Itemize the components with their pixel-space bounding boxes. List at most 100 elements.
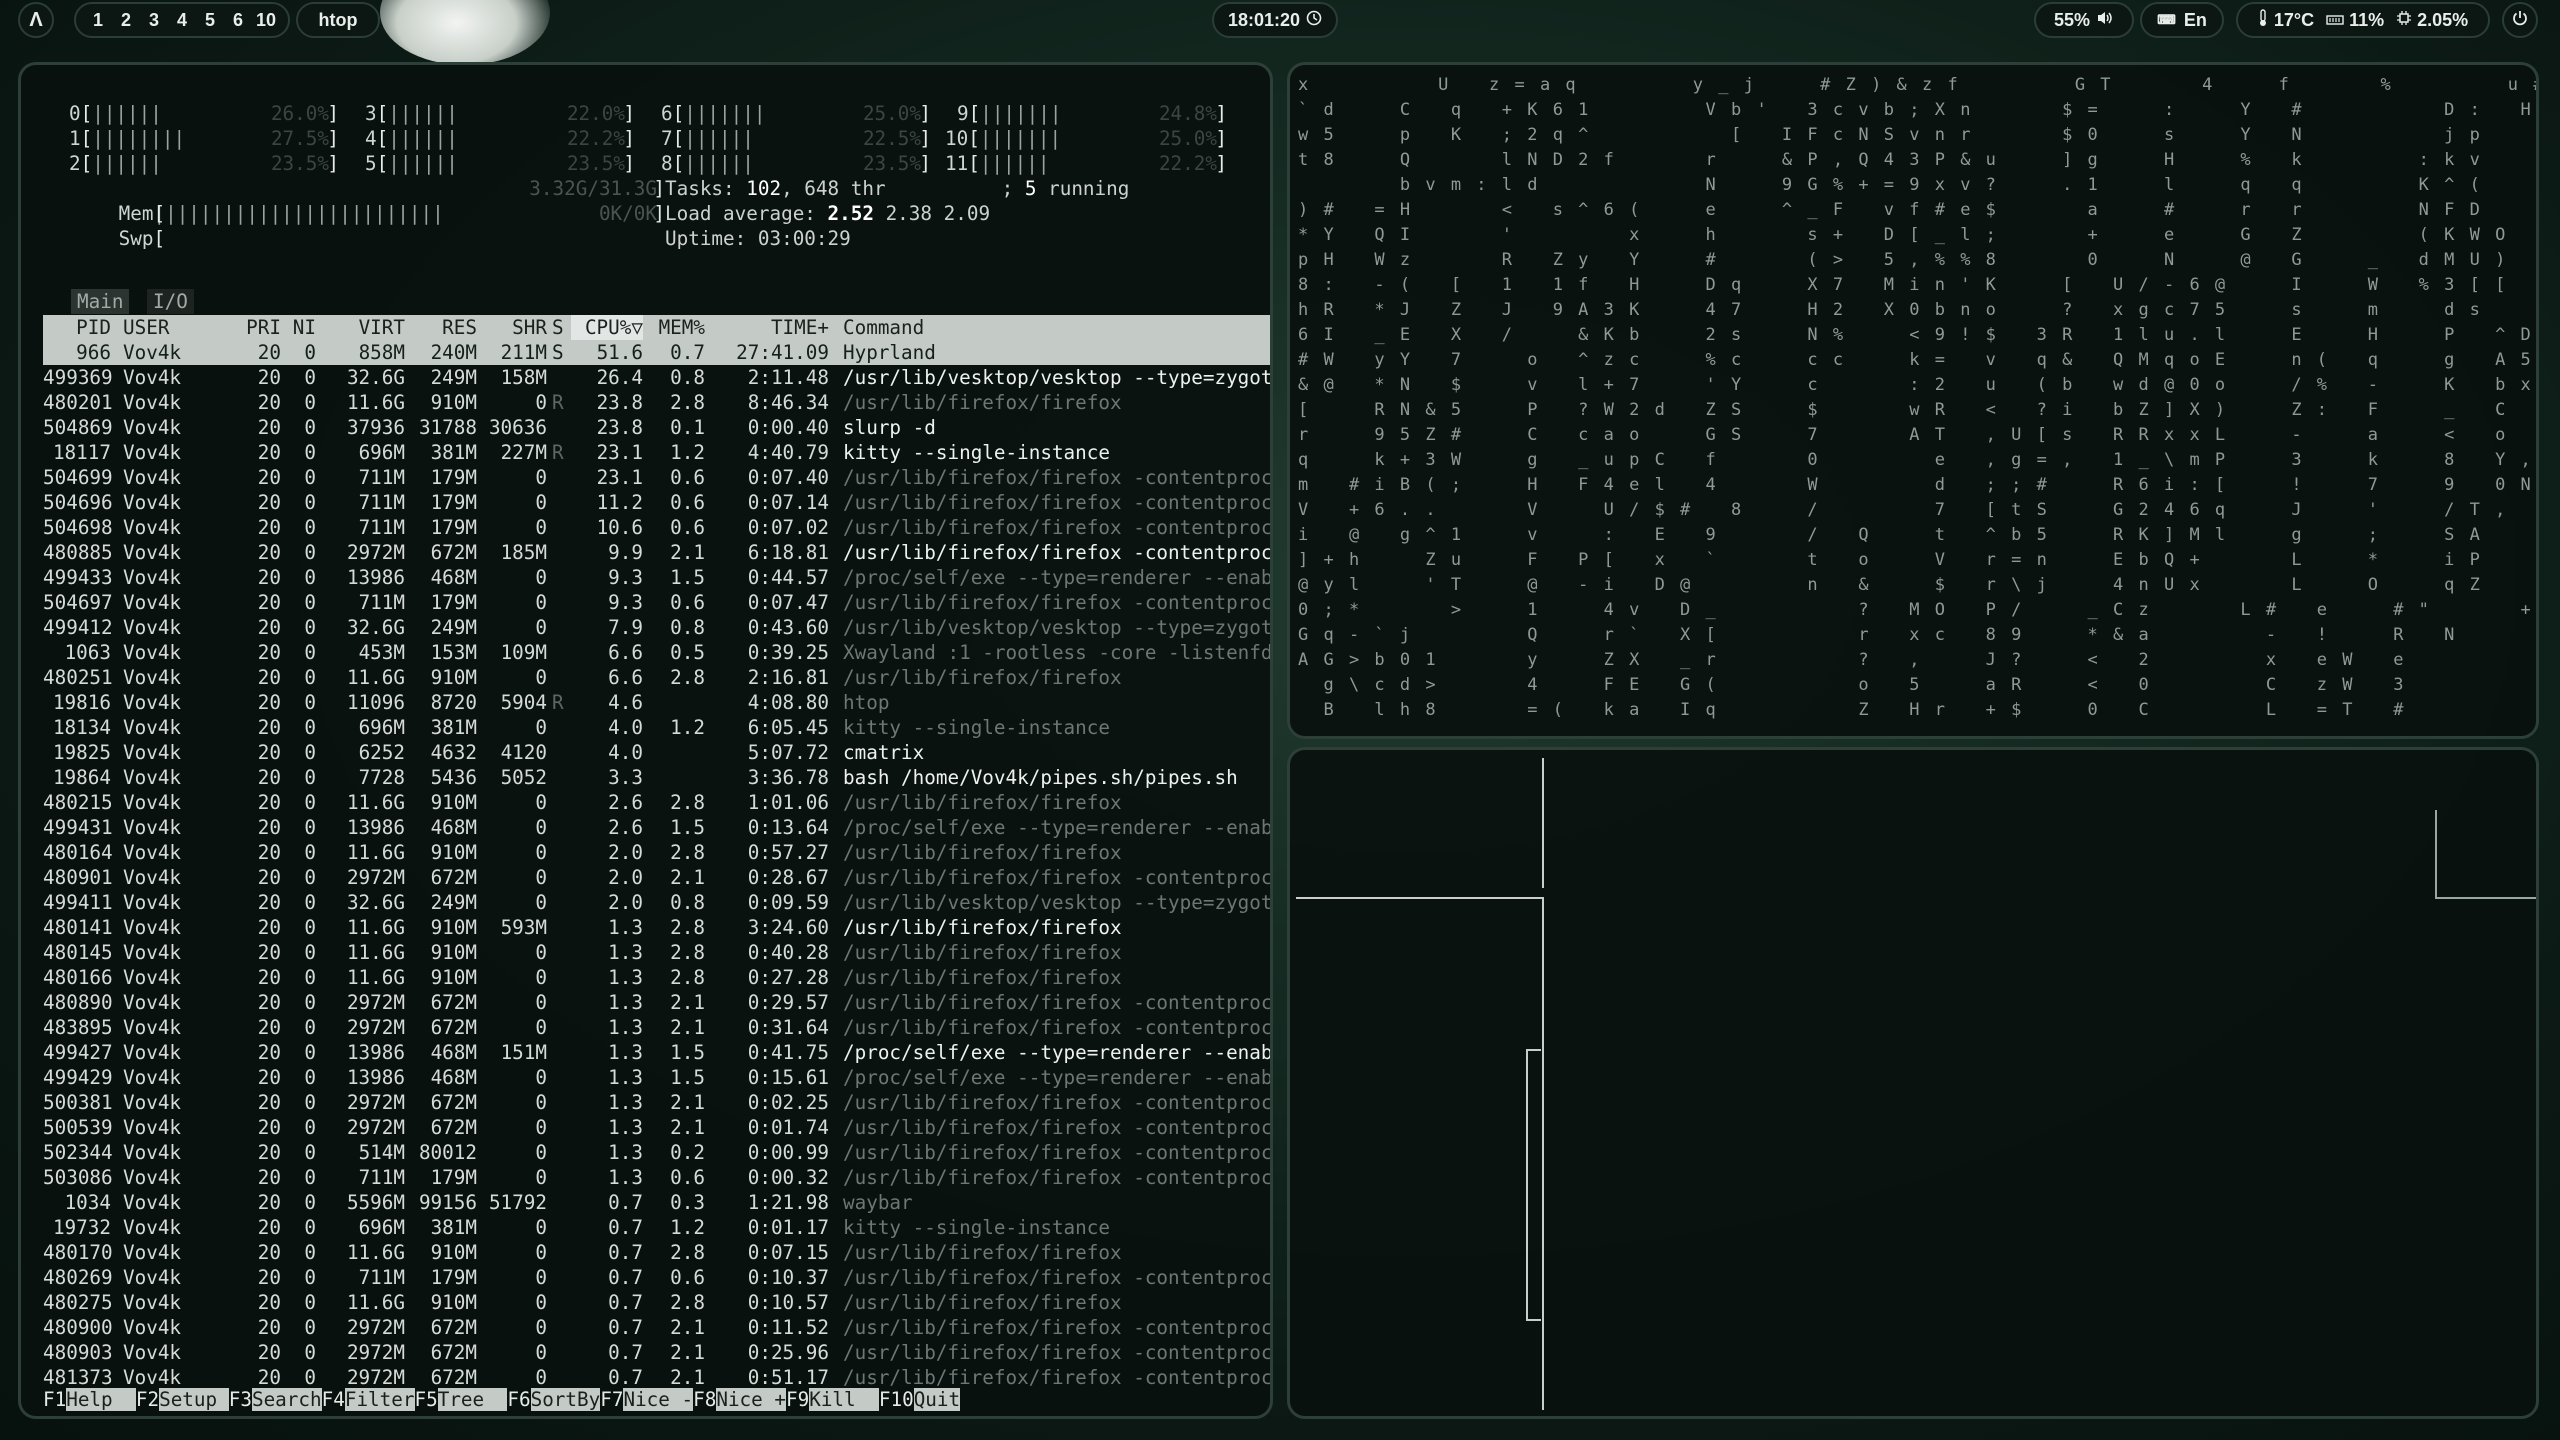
process-row[interactable]: 480890 Vov4k 20 0 2972M 672M 0 1.3 2.1 0:29.57/us… (43, 990, 1270, 1015)
fkey-f2[interactable]: F2Setup (136, 1387, 229, 1412)
process-row[interactable]: 499411 Vov4k 20 0 32.6G 249M 0 2.0 0.8 0:09.59/us… (43, 890, 1270, 915)
system-stats[interactable]: 17°C 11% 2.05% (2236, 2, 2490, 38)
power-button[interactable] (2502, 2, 2538, 38)
process-cpu: 0.7 (608, 1241, 643, 1264)
process-row[interactable]: 480275 Vov4k 20 0 11.6G 910M 0 0.7 2.8 0:10.57/us… (43, 1290, 1270, 1315)
process-row[interactable]: 500381 Vov4k 20 0 2972M 672M 0 1.3 2.1 0:02.25/us… (43, 1090, 1270, 1115)
process-s (552, 490, 568, 515)
process-user: Vov4k (123, 941, 182, 964)
process-row[interactable]: 19864 Vov4k 20 0 7728 5436 5052 3.3 3:36.78 bash … (43, 765, 1270, 790)
process-time: 0:07.15 (747, 1241, 829, 1264)
process-cmd: kitty --single-instance (843, 716, 1110, 739)
process-mem: 2.8 (670, 391, 705, 414)
process-row[interactable]: 504698 Vov4k 20 0 711M 179M 0 10.6 0.6 0:07.02/us… (43, 515, 1270, 540)
process-row[interactable]: 19816 Vov4k 20 0 11096 8720 5904 R 4.6 4:08.80 hto… (43, 690, 1270, 715)
process-row[interactable]: 480215 Vov4k 20 0 11.6G 910M 0 2.6 2.8 1:01.06/us… (43, 790, 1270, 815)
col-pri[interactable]: PRI (238, 315, 281, 340)
process-row[interactable]: 480145 Vov4k 20 0 11.6G 910M 0 1.3 2.8 0:40.28/us… (43, 940, 1270, 965)
process-row[interactable]: 504869 Vov4k 20 0 37936 31788 30636 23.8 0.1 0:00… (43, 415, 1270, 440)
process-row[interactable]: 502344 Vov4k 20 0 514M 80012 0 1.3 0.2 0:00.99/us… (43, 1140, 1270, 1165)
process-row[interactable]: 503086 Vov4k 20 0 711M 179M 0 1.3 0.6 0:00.32/usr… (43, 1165, 1270, 1190)
fkey-f10[interactable]: F10Quit (879, 1387, 961, 1412)
workspace-6[interactable]: 6 (224, 10, 252, 31)
process-pid: 499411 (43, 891, 113, 914)
tab-io[interactable]: I/O (147, 289, 194, 314)
workspace-4[interactable]: 4 (168, 10, 196, 31)
pipes-terminal[interactable] (1287, 747, 2539, 1419)
process-row[interactable]: 480269 Vov4k 20 0 711M 179M 0 0.7 0.6 0:10.37/usr… (43, 1265, 1270, 1290)
workspace-2[interactable]: 2 (112, 10, 140, 31)
fkey-f9[interactable]: F9Kill (786, 1387, 879, 1412)
process-virt: 11.6G (346, 941, 405, 964)
process-row[interactable]: 499433 Vov4k 20 0 13986 468M 0 9.3 1.5 0:44.57/pr… (43, 565, 1270, 590)
col-ni[interactable]: NI (286, 315, 316, 340)
process-row[interactable]: 480900 Vov4k 20 0 2972M 672M 0 0.7 2.1 0:11.52/us… (43, 1315, 1270, 1340)
col-cpu[interactable]: CPU%▽ (571, 315, 643, 340)
process-row[interactable]: 499431 Vov4k 20 0 13986 468M 0 2.6 1.5 0:13.64/pr… (43, 815, 1270, 840)
process-cpu: 2.0 (608, 841, 643, 864)
process-row[interactable]: 966 Vov4k 20 0 858M 240M 211M S 51.6 0.7 27:41.09 H… (43, 340, 1270, 365)
process-row[interactable]: 504696 Vov4k 20 0 711M 179M 0 11.2 0.6 0:07.14/us… (43, 490, 1270, 515)
process-row[interactable]: 480903 Vov4k 20 0 2972M 672M 0 0.7 2.1 0:25.96/us… (43, 1340, 1270, 1365)
fkey-f1[interactable]: F1Help (43, 1387, 136, 1412)
col-res[interactable]: RES (407, 315, 477, 340)
process-row[interactable]: 1063 Vov4k 20 0 453M 153M 109M 6.6 0.5 0:39.25 Xwa… (43, 640, 1270, 665)
clock[interactable]: 18:01:20 (1212, 2, 1338, 38)
process-row[interactable]: 504699 Vov4k 20 0 711M 179M 0 23.1 0.6 0:07.40/us… (43, 465, 1270, 490)
process-shr: 0 (535, 791, 547, 814)
htop-terminal[interactable]: 0[|||||| 26.0%] 1[|||||||| 27.5%] 2[|||||| 23… (18, 62, 1273, 1419)
volume-widget[interactable]: 55% (2034, 2, 2134, 38)
col-pid[interactable]: PID (43, 315, 111, 340)
process-pri: 20 (257, 716, 281, 739)
process-time: 0:00.32 (747, 1166, 829, 1189)
process-pri: 20 (257, 966, 281, 989)
process-row[interactable]: 504697 Vov4k 20 0 711M 179M 0 9.3 0.6 0:07.47/usr… (43, 590, 1270, 615)
col-command[interactable]: Command (843, 315, 1270, 340)
process-ni: 0 (304, 366, 316, 389)
workspace-3[interactable]: 3 (140, 10, 168, 31)
process-row[interactable]: 483895 Vov4k 20 0 2972M 672M 0 1.3 2.1 0:31.64/us… (43, 1015, 1270, 1040)
process-row[interactable]: 499412 Vov4k 20 0 32.6G 249M 0 7.9 0.8 0:43.60/us… (43, 615, 1270, 640)
process-user: Vov4k (123, 566, 182, 589)
process-row[interactable]: 480141 Vov4k 20 0 11.6G 910M 593M 1.3 2.8 3:24.60… (43, 915, 1270, 940)
col-mem[interactable]: MEM% (647, 315, 705, 340)
fkey-f3[interactable]: F3Search (229, 1387, 322, 1412)
process-row[interactable]: 480170 Vov4k 20 0 11.6G 910M 0 0.7 2.8 0:07.15/us… (43, 1240, 1270, 1265)
col-time[interactable]: TIME+ (711, 315, 829, 340)
col-user[interactable]: USER (123, 315, 223, 340)
process-virt: 858M (358, 341, 405, 364)
process-cmd: /proc/self/exe --type=renderer --enable-… (843, 1041, 1273, 1064)
process-row[interactable]: 480166 Vov4k 20 0 11.6G 910M 0 1.3 2.8 0:27.28/us… (43, 965, 1270, 990)
process-row[interactable]: 480164 Vov4k 20 0 11.6G 910M 0 2.0 2.8 0:57.27/us… (43, 840, 1270, 865)
process-row[interactable]: 499429 Vov4k 20 0 13986 468M 0 1.3 1.5 0:15.61/pr… (43, 1065, 1270, 1090)
process-res: 240M (430, 341, 477, 364)
process-row[interactable]: 19825 Vov4k 20 0 6252 4632 4120 4.0 5:07.72 cmatr… (43, 740, 1270, 765)
col-virt[interactable]: VIRT (323, 315, 405, 340)
process-row[interactable]: 499427 Vov4k 20 0 13986 468M 151M 1.3 1.5 0:41.75… (43, 1040, 1273, 1065)
col-state[interactable]: S (552, 315, 568, 340)
fkey-f8[interactable]: F8Nice + (693, 1387, 786, 1412)
process-row[interactable]: 499369 Vov4k 20 0 32.6G 249M 158M 26.4 0.8 2:11.4… (43, 365, 1270, 390)
workspace-5[interactable]: 5 (196, 10, 224, 31)
process-row[interactable]: 19732 Vov4k 20 0 696M 381M 0 0.7 1.2 0:01.17 kitty… (43, 1215, 1270, 1240)
process-row[interactable]: 480901 Vov4k 20 0 2972M 672M 0 2.0 2.1 0:28.67/us… (43, 865, 1270, 890)
launcher-button[interactable]: Λ (18, 2, 54, 38)
process-s (552, 565, 568, 590)
process-row[interactable]: 500539 Vov4k 20 0 2972M 672M 0 1.3 2.1 0:01.74/us… (43, 1115, 1270, 1140)
fkey-f7[interactable]: F7Nice - (600, 1387, 694, 1412)
process-row[interactable]: 480201 Vov4k 20 0 11.6G 910M 0 R 23.8 2.8 8:46.34/… (43, 390, 1270, 415)
workspace-10[interactable]: 10 (252, 10, 280, 31)
process-row[interactable]: 480251 Vov4k 20 0 11.6G 910M 0 6.6 2.8 2:16.81/us… (43, 665, 1270, 690)
keyboard-layout[interactable]: ⌨ En (2140, 2, 2224, 38)
tab-main[interactable]: Main (71, 289, 130, 314)
cmatrix-terminal[interactable]: x U z = a q y _ j # Z ) & z f G T 4 f % … (1287, 62, 2539, 739)
process-row[interactable]: 480885 Vov4k 20 0 2972M 672M 185M 9.9 2.1 6:18.81… (43, 540, 1270, 565)
workspace-1[interactable]: 1 (84, 10, 112, 31)
fkey-f4[interactable]: F4Filter (322, 1387, 415, 1412)
process-row[interactable]: 18134 Vov4k 20 0 696M 381M 0 4.0 1.2 6:05.45 kitty… (43, 715, 1270, 740)
process-row[interactable]: 1034 Vov4k 20 0 5596M 99156 51792 0.7 0.3 1:21.98… (43, 1190, 1270, 1215)
fkey-f5[interactable]: F5Tree (415, 1387, 508, 1412)
fkey-f6[interactable]: F6SortBy (507, 1387, 601, 1412)
col-shr[interactable]: SHR (479, 315, 547, 340)
process-row[interactable]: 18117 Vov4k 20 0 696M 381M 227M R 23.1 1.2 4:40.79… (43, 440, 1270, 465)
